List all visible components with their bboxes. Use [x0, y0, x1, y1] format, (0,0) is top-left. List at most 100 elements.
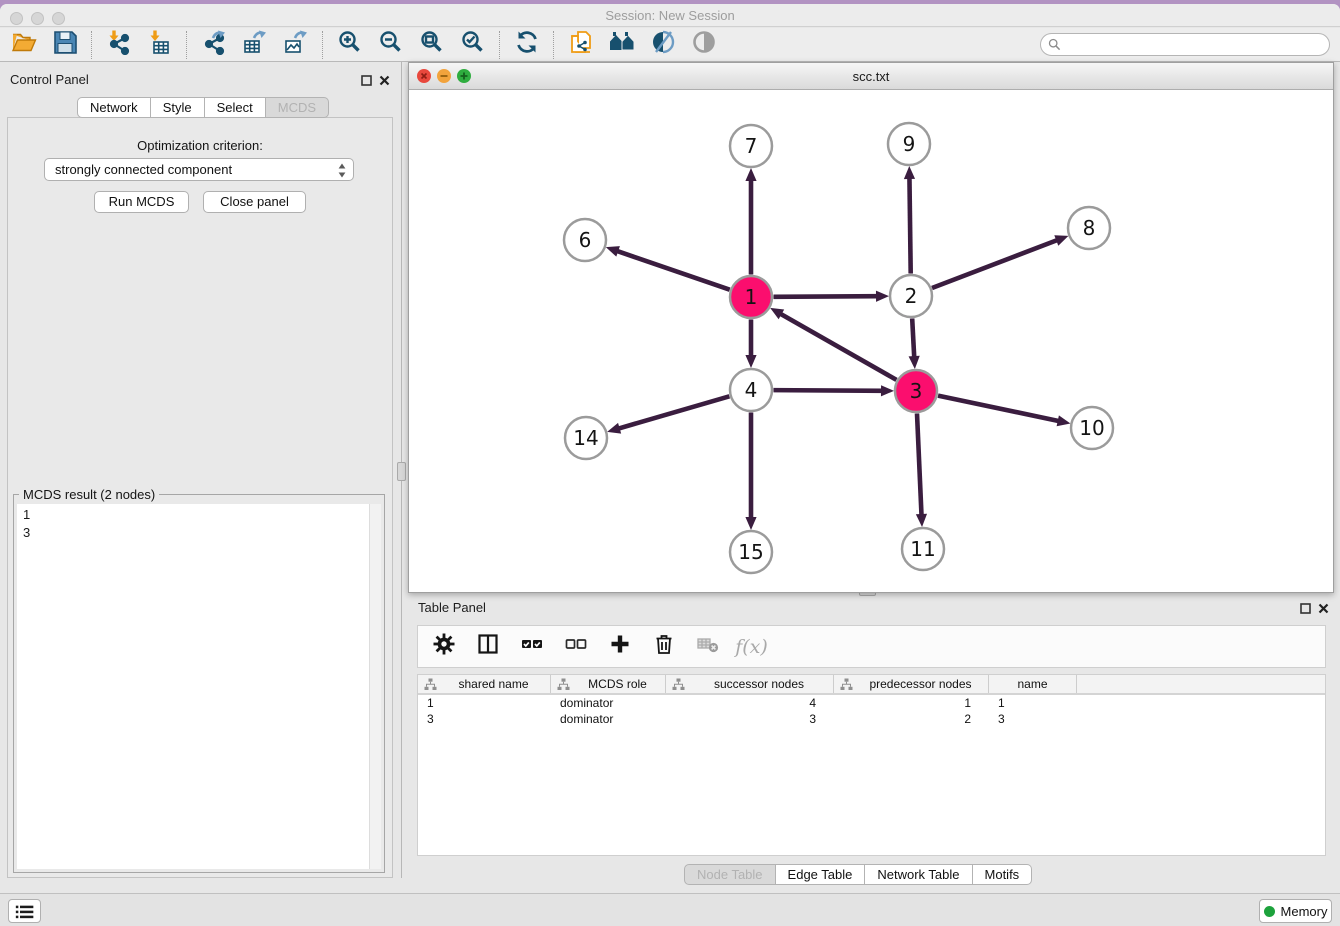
search-field[interactable] [1040, 33, 1330, 56]
graph-edge-2-3[interactable] [912, 318, 914, 358]
save-session-button[interactable] [51, 31, 78, 58]
graph-node-2[interactable]: 2 [890, 275, 932, 317]
network-window-title: scc.txt [409, 69, 1333, 84]
table-row[interactable]: 1dominator411 [418, 695, 1325, 711]
graph-edge-3-1[interactable] [780, 313, 897, 380]
column-header-successor-nodes[interactable]: successor nodes [666, 675, 834, 693]
column-header-MCDS-role[interactable]: MCDS role [551, 675, 666, 693]
column-header-shared-name[interactable]: shared name [418, 675, 551, 693]
export-image-button[interactable] [282, 31, 309, 58]
optimization-criterion-select[interactable]: strongly connected component [44, 158, 354, 181]
tab-select[interactable]: Select [205, 97, 266, 118]
graph-node-4[interactable]: 4 [730, 369, 772, 411]
table-cell[interactable]: 1 [989, 695, 1077, 711]
zoom-in-button[interactable] [336, 31, 363, 58]
result-scrollbar[interactable] [369, 504, 381, 869]
open-session-button[interactable] [10, 31, 37, 58]
graph-edge-3-11[interactable] [917, 413, 922, 516]
select-all-icon [521, 633, 543, 660]
network-window-titlebar[interactable]: scc.txt [409, 63, 1333, 90]
table-cell[interactable]: 3 [989, 711, 1077, 727]
table-cell[interactable]: 1 [418, 695, 551, 711]
graph-node-9[interactable]: 9 [888, 123, 930, 165]
split-panel-button[interactable] [474, 633, 501, 660]
column-sort-icon [840, 678, 853, 691]
graph-node-8[interactable]: 8 [1068, 207, 1110, 249]
duplicate-network-icon [568, 29, 594, 60]
add-row-button[interactable] [606, 633, 633, 660]
export-network-button[interactable] [200, 31, 227, 58]
deselect-all-button[interactable] [562, 633, 589, 660]
graph-edge-4-14[interactable] [618, 396, 730, 428]
tab-motifs[interactable]: Motifs [973, 864, 1033, 885]
graph-edge-2-8[interactable] [932, 240, 1058, 288]
control-panel-close-button[interactable] [378, 74, 391, 87]
graph-edge-1-6[interactable] [616, 251, 730, 290]
control-panel-float-button[interactable] [360, 74, 373, 87]
tab-style[interactable]: Style [151, 97, 205, 118]
graph-edge-3-10[interactable] [938, 396, 1060, 422]
table-row[interactable]: 3dominator323 [418, 711, 1325, 727]
graph-edge-2-9[interactable] [909, 177, 910, 274]
open-session-icon [11, 29, 37, 60]
close-panel-button[interactable]: Close panel [203, 191, 306, 213]
zoom-fit-button[interactable] [418, 31, 445, 58]
control-panel-tabs: NetworkStyleSelectMCDS [77, 97, 329, 118]
search-input[interactable] [1065, 36, 1329, 54]
table-cell[interactable]: 3 [418, 711, 551, 727]
duplicate-network-button[interactable] [567, 31, 594, 58]
graph-node-11[interactable]: 11 [902, 528, 944, 570]
table-cell[interactable]: 2 [834, 711, 989, 727]
import-network-button[interactable] [105, 31, 132, 58]
graph-node-label: 14 [573, 426, 598, 450]
graph-node-1[interactable]: 1 [730, 276, 772, 318]
zoom-selected-button[interactable] [459, 31, 486, 58]
window-title: Session: New Session [0, 8, 1340, 23]
graph-edge-4-3[interactable] [773, 390, 883, 391]
table-cell[interactable]: 4 [666, 695, 834, 711]
task-history-button[interactable] [8, 899, 41, 923]
show-graphics-details-button[interactable] [690, 31, 717, 58]
toolbar-separator [91, 31, 92, 59]
select-all-button[interactable] [518, 633, 545, 660]
delete-row-button[interactable] [650, 633, 677, 660]
tab-network[interactable]: Network [77, 97, 151, 118]
run-mcds-button[interactable]: Run MCDS [94, 191, 189, 213]
mcds-result-textarea[interactable]: 13 [17, 504, 381, 869]
cyndex-browser-button[interactable] [608, 31, 635, 58]
refresh-layout-button[interactable] [513, 31, 540, 58]
graph-node-10[interactable]: 10 [1071, 407, 1113, 449]
graph-edge-arrow-2-9 [904, 166, 915, 179]
graph-edge-arrow-3-11 [916, 514, 927, 527]
table-cell[interactable]: 3 [666, 711, 834, 727]
vizmapper-button[interactable] [649, 31, 676, 58]
graph-edge-arrow-4-3 [881, 385, 894, 396]
vertical-splitter-handle[interactable] [397, 462, 406, 481]
graph-node-3[interactable]: 3 [895, 370, 937, 412]
graph-edge-1-2[interactable] [773, 296, 878, 297]
tab-network-table[interactable]: Network Table [865, 864, 972, 885]
tab-node-table[interactable]: Node Table [684, 864, 776, 885]
tab-mcds[interactable]: MCDS [266, 97, 329, 118]
settings-button[interactable] [430, 633, 457, 660]
graph-node-14[interactable]: 14 [565, 417, 607, 459]
graph-node-6[interactable]: 6 [564, 219, 606, 261]
export-table-button[interactable] [241, 31, 268, 58]
zoom-out-button[interactable] [377, 31, 404, 58]
table-cell[interactable]: dominator [551, 711, 666, 727]
table-cell[interactable]: dominator [551, 695, 666, 711]
table-panel-close-button[interactable] [1317, 602, 1330, 615]
graph-node-7[interactable]: 7 [730, 125, 772, 167]
network-canvas[interactable]: 7 9 6 8 1 2 4 3 14 10 15 11 [409, 90, 1333, 592]
network-view-window: scc.txt 7 9 6 8 1 2 4 3 14 10 15 11 [408, 62, 1334, 593]
table-cell[interactable]: 1 [834, 695, 989, 711]
column-header-predecessor-nodes[interactable]: predecessor nodes [834, 675, 989, 693]
column-header-name[interactable]: name [989, 675, 1077, 693]
table-panel-float-button[interactable] [1299, 602, 1312, 615]
optimization-criterion-value: strongly connected component [55, 162, 232, 177]
import-table-button[interactable] [146, 31, 173, 58]
memory-button[interactable]: Memory [1259, 899, 1332, 923]
float-icon [360, 74, 373, 87]
graph-node-15[interactable]: 15 [730, 531, 772, 573]
tab-edge-table[interactable]: Edge Table [776, 864, 866, 885]
